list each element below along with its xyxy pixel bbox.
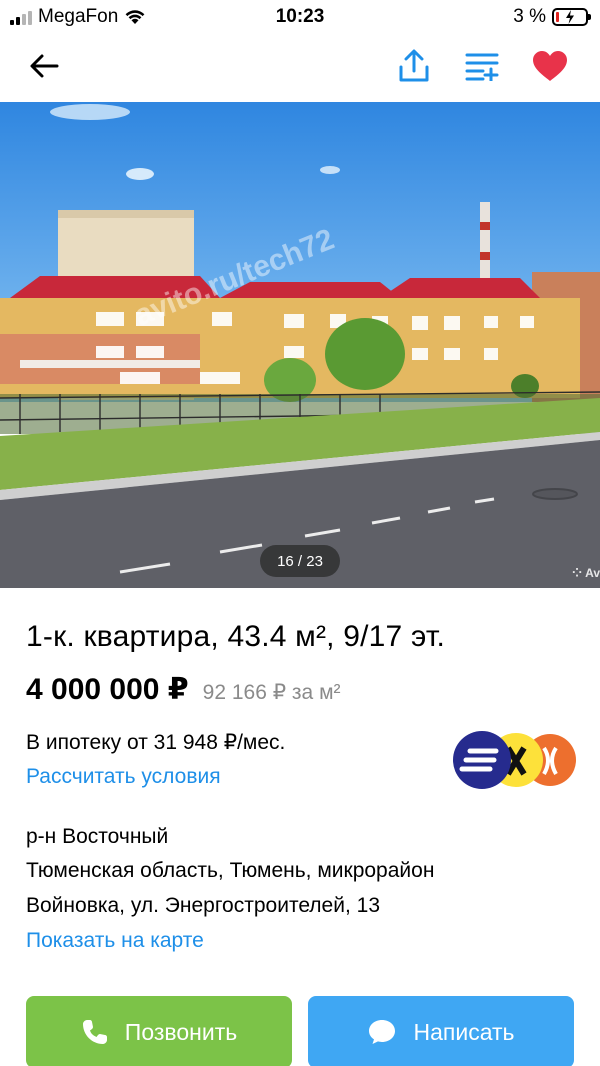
clock: 10:23	[275, 6, 325, 27]
message-button-label: Написать	[413, 1018, 515, 1045]
mortgage-text: В ипотеку от 31 948 ₽/мес.	[26, 731, 286, 754]
address-line-2: Войновка, ул. Энергостроителей, 13	[26, 894, 380, 917]
favorite-button[interactable]	[530, 46, 570, 86]
message-button[interactable]: Написать	[308, 996, 574, 1066]
price-row: 4 000 000 ₽ 92 166 ₽ за м²	[26, 672, 341, 707]
status-bar: MegaFon 10:23 3 %	[0, 0, 600, 34]
compare-button[interactable]	[462, 46, 502, 86]
top-nav	[0, 34, 600, 100]
photo-corner-mark: ⁘ Av	[572, 566, 600, 580]
battery-icon	[552, 8, 591, 26]
price-per-m2: 92 166 ₽ за м²	[202, 681, 341, 704]
call-button-label: Позвонить	[124, 1018, 238, 1045]
compare-list-icon	[465, 53, 499, 81]
bank-logos[interactable]	[452, 730, 576, 790]
show-on-map-link[interactable]: Показать на карте	[26, 929, 204, 953]
battery-percent: 3 %	[513, 6, 546, 27]
call-button[interactable]: Позвонить	[26, 996, 292, 1066]
calculate-conditions-link[interactable]: Рассчитать условия	[26, 765, 221, 789]
arrow-left-icon	[30, 54, 59, 78]
photo-counter: 16 / 23	[260, 545, 340, 577]
share-icon	[399, 49, 429, 82]
price: 4 000 000 ₽	[26, 673, 189, 706]
phone-icon	[82, 1020, 107, 1044]
chat-bubble-icon	[369, 1020, 396, 1044]
share-button[interactable]	[394, 46, 434, 86]
photo-gallery[interactable]: avito.ru/tech72	[0, 102, 600, 588]
avito-dots-icon: ⁘	[572, 566, 583, 580]
address-line-1: Тюменская область, Тюмень, микрорайон	[26, 859, 435, 882]
listing-title: 1-к. квартира, 43.4 м², 9/17 эт.	[26, 620, 445, 653]
heart-icon	[533, 51, 567, 81]
back-button[interactable]	[24, 46, 64, 86]
district: р-н Восточный	[26, 825, 169, 848]
listing-photo	[0, 102, 600, 588]
